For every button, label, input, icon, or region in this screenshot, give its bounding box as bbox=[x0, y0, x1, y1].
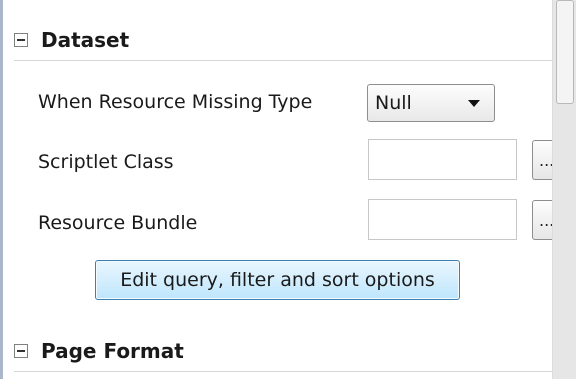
resource-bundle-input[interactable] bbox=[368, 199, 517, 240]
resource-missing-label: When Resource Missing Type bbox=[38, 91, 313, 113]
dataset-section-title: Dataset bbox=[41, 28, 130, 52]
page-format-section-title: Page Format bbox=[41, 339, 184, 363]
section-divider bbox=[14, 60, 553, 61]
scrollbar-thumb[interactable] bbox=[556, 0, 574, 104]
scriptlet-class-label: Scriptlet Class bbox=[38, 151, 174, 173]
section-divider bbox=[14, 371, 553, 372]
edit-query-button[interactable]: Edit query, filter and sort options bbox=[95, 260, 460, 300]
page-format-section-header[interactable]: Page Format bbox=[14, 335, 184, 367]
dropdown-arrow-icon bbox=[468, 99, 480, 107]
resource-missing-value: Null bbox=[375, 92, 412, 114]
panel-left-border bbox=[0, 0, 3, 379]
dataset-section-header[interactable]: Dataset bbox=[14, 24, 129, 56]
collapse-icon[interactable] bbox=[14, 33, 28, 47]
vertical-scrollbar[interactable] bbox=[552, 0, 576, 379]
resource-missing-select[interactable]: Null bbox=[367, 84, 495, 122]
scriptlet-class-input[interactable] bbox=[368, 139, 517, 180]
resource-bundle-browse-button[interactable]: ... bbox=[532, 200, 552, 240]
collapse-icon[interactable] bbox=[14, 344, 28, 358]
scriptlet-class-browse-button[interactable]: ... bbox=[532, 140, 552, 180]
resource-bundle-label: Resource Bundle bbox=[38, 212, 198, 234]
